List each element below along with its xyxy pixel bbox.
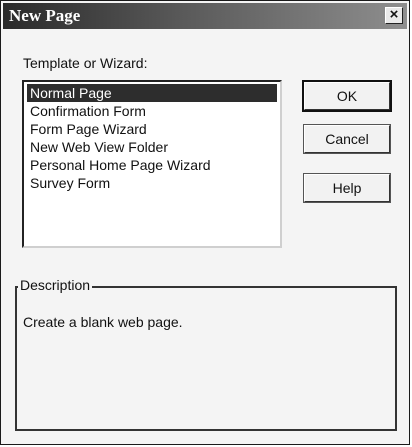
close-icon: × [389, 6, 399, 23]
ok-button[interactable]: OK [302, 80, 392, 112]
new-page-dialog: New Page × Template or Wizard: Normal Pa… [0, 0, 410, 445]
title-bar[interactable]: New Page × [3, 3, 407, 29]
template-listbox[interactable]: Normal Page Confirmation Form Form Page … [22, 80, 282, 248]
list-item-form-page-wizard[interactable]: Form Page Wizard [27, 120, 277, 138]
list-item-personal-home-page-wizard[interactable]: Personal Home Page Wizard [27, 156, 277, 174]
cancel-button[interactable]: Cancel [303, 124, 391, 154]
dialog-title: New Page [9, 6, 81, 25]
description-legend: Description [18, 277, 93, 293]
list-item-confirmation-form[interactable]: Confirmation Form [27, 102, 277, 120]
list-item-normal-page[interactable]: Normal Page [27, 84, 277, 102]
description-group [15, 286, 397, 431]
template-label: Template or Wizard: [23, 55, 148, 71]
list-item-new-web-view-folder[interactable]: New Web View Folder [27, 138, 277, 156]
list-item-survey-form[interactable]: Survey Form [27, 174, 277, 192]
description-text: Create a blank web page. [23, 314, 183, 330]
close-button[interactable]: × [385, 7, 403, 24]
help-button[interactable]: Help [303, 173, 391, 203]
